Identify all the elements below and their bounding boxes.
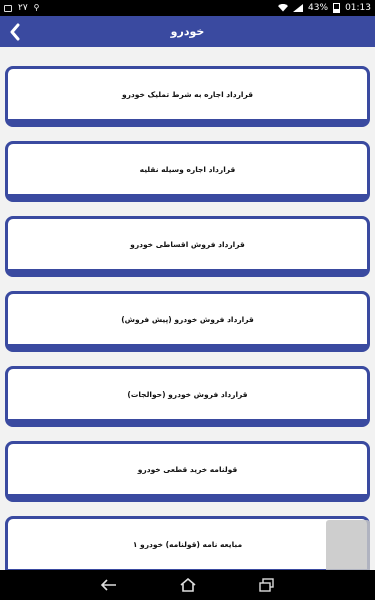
back-arrow-icon <box>100 579 116 591</box>
list-item[interactable]: قولنامه خرید قطعی خودرو <box>5 441 370 502</box>
list-item[interactable]: مبایعه نامه (قولنامه) خودرو ۱ <box>5 516 370 570</box>
list-item[interactable]: قرارداد فروش اقساطی خودرو <box>5 216 370 277</box>
list-item-label: قرارداد فروش خودرو (پیش فروش) <box>121 314 254 324</box>
signal-icon <box>293 4 304 12</box>
list-item[interactable]: قرارداد اجاره وسیله نقلیه <box>5 141 370 202</box>
gallery-notification-icon <box>4 4 12 12</box>
nav-back-button[interactable] <box>97 576 121 594</box>
list-item-label: مبایعه نامه (قولنامه) خودرو ۱ <box>132 539 243 549</box>
system-nav-bar <box>0 570 375 600</box>
status-bar: ۲۷ ⚲ 43% 01:13 <box>0 0 375 16</box>
page-title: خودرو <box>170 25 205 38</box>
list-item[interactable]: قرارداد اجاره به شرط تملیک خودرو <box>5 66 370 127</box>
list-item-label: قرارداد فروش اقساطی خودرو <box>130 239 245 249</box>
back-button[interactable] <box>4 16 26 47</box>
list-item[interactable]: قرارداد فروش خودرو (حوالجات) <box>5 366 370 427</box>
list-item-label: قرارداد اجاره وسیله نقلیه <box>139 164 236 174</box>
battery-percent: 43% <box>308 3 329 13</box>
nav-home-button[interactable] <box>176 576 200 594</box>
home-icon <box>179 578 196 592</box>
wifi-icon <box>278 4 289 12</box>
list-item[interactable]: قرارداد فروش خودرو (پیش فروش) <box>5 291 370 352</box>
usb-icon: ⚲ <box>33 3 40 12</box>
recents-icon <box>258 578 274 592</box>
battery-icon <box>333 3 341 13</box>
nav-recents-button[interactable] <box>255 576 279 594</box>
notification-count: ۲۷ <box>18 3 28 13</box>
clock: 01:13 <box>345 3 371 13</box>
chevron-left-icon <box>10 23 20 40</box>
contract-list: قرارداد اجاره به شرط تملیک خودرو قرارداد… <box>0 47 375 570</box>
list-item-label: قرارداد اجاره به شرط تملیک خودرو <box>121 89 254 99</box>
list-item-label: قولنامه خرید قطعی خودرو <box>137 464 238 474</box>
app-bar: خودرو <box>0 16 375 47</box>
list-item-label: قرارداد فروش خودرو (حوالجات) <box>127 389 248 399</box>
